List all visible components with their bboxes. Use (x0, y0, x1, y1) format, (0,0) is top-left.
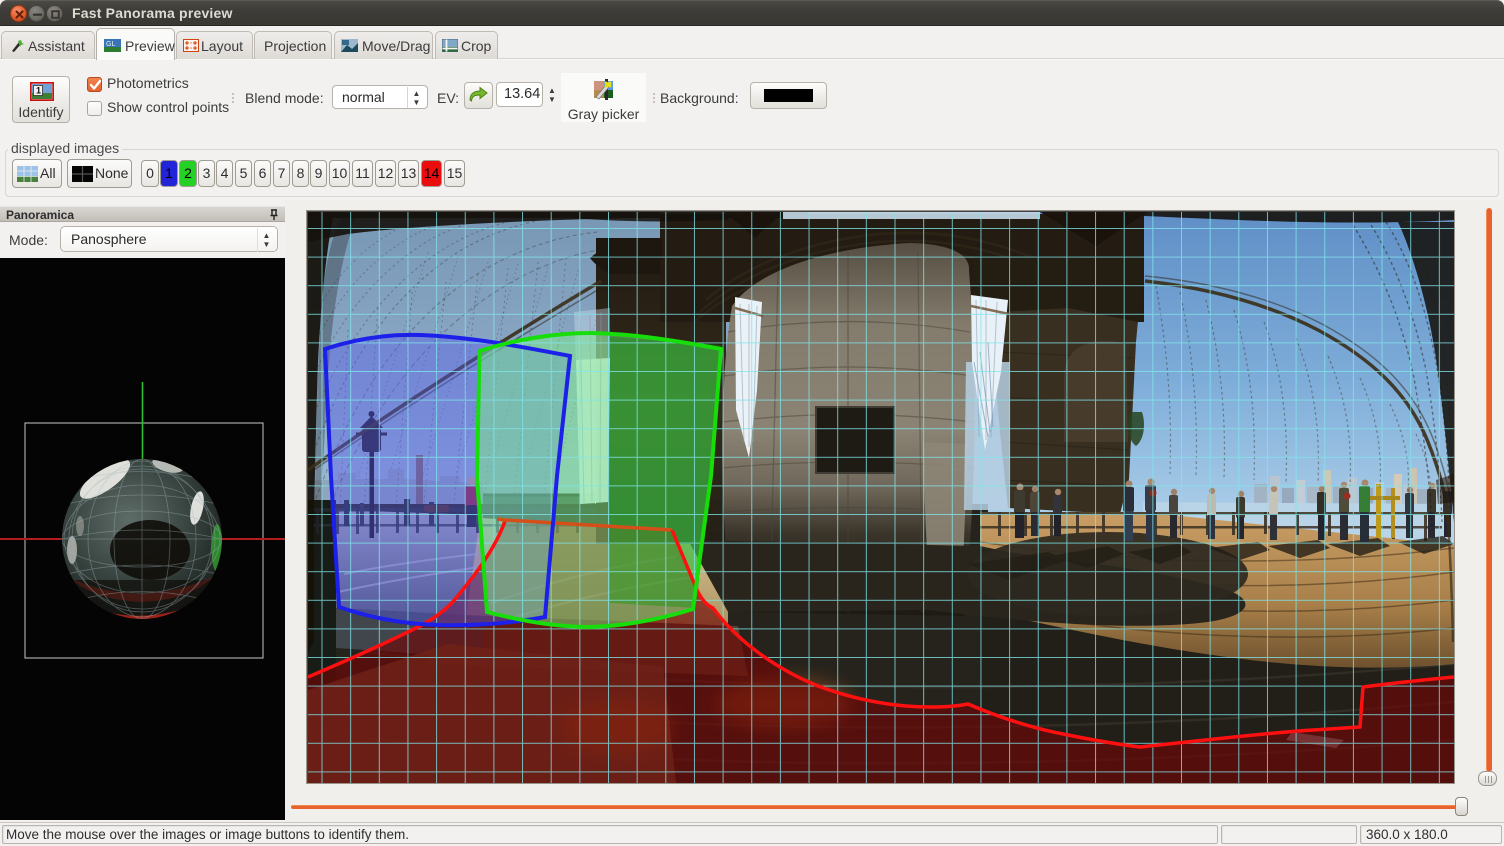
svg-text:GL: GL (106, 41, 115, 48)
svg-text:1: 1 (36, 86, 41, 96)
